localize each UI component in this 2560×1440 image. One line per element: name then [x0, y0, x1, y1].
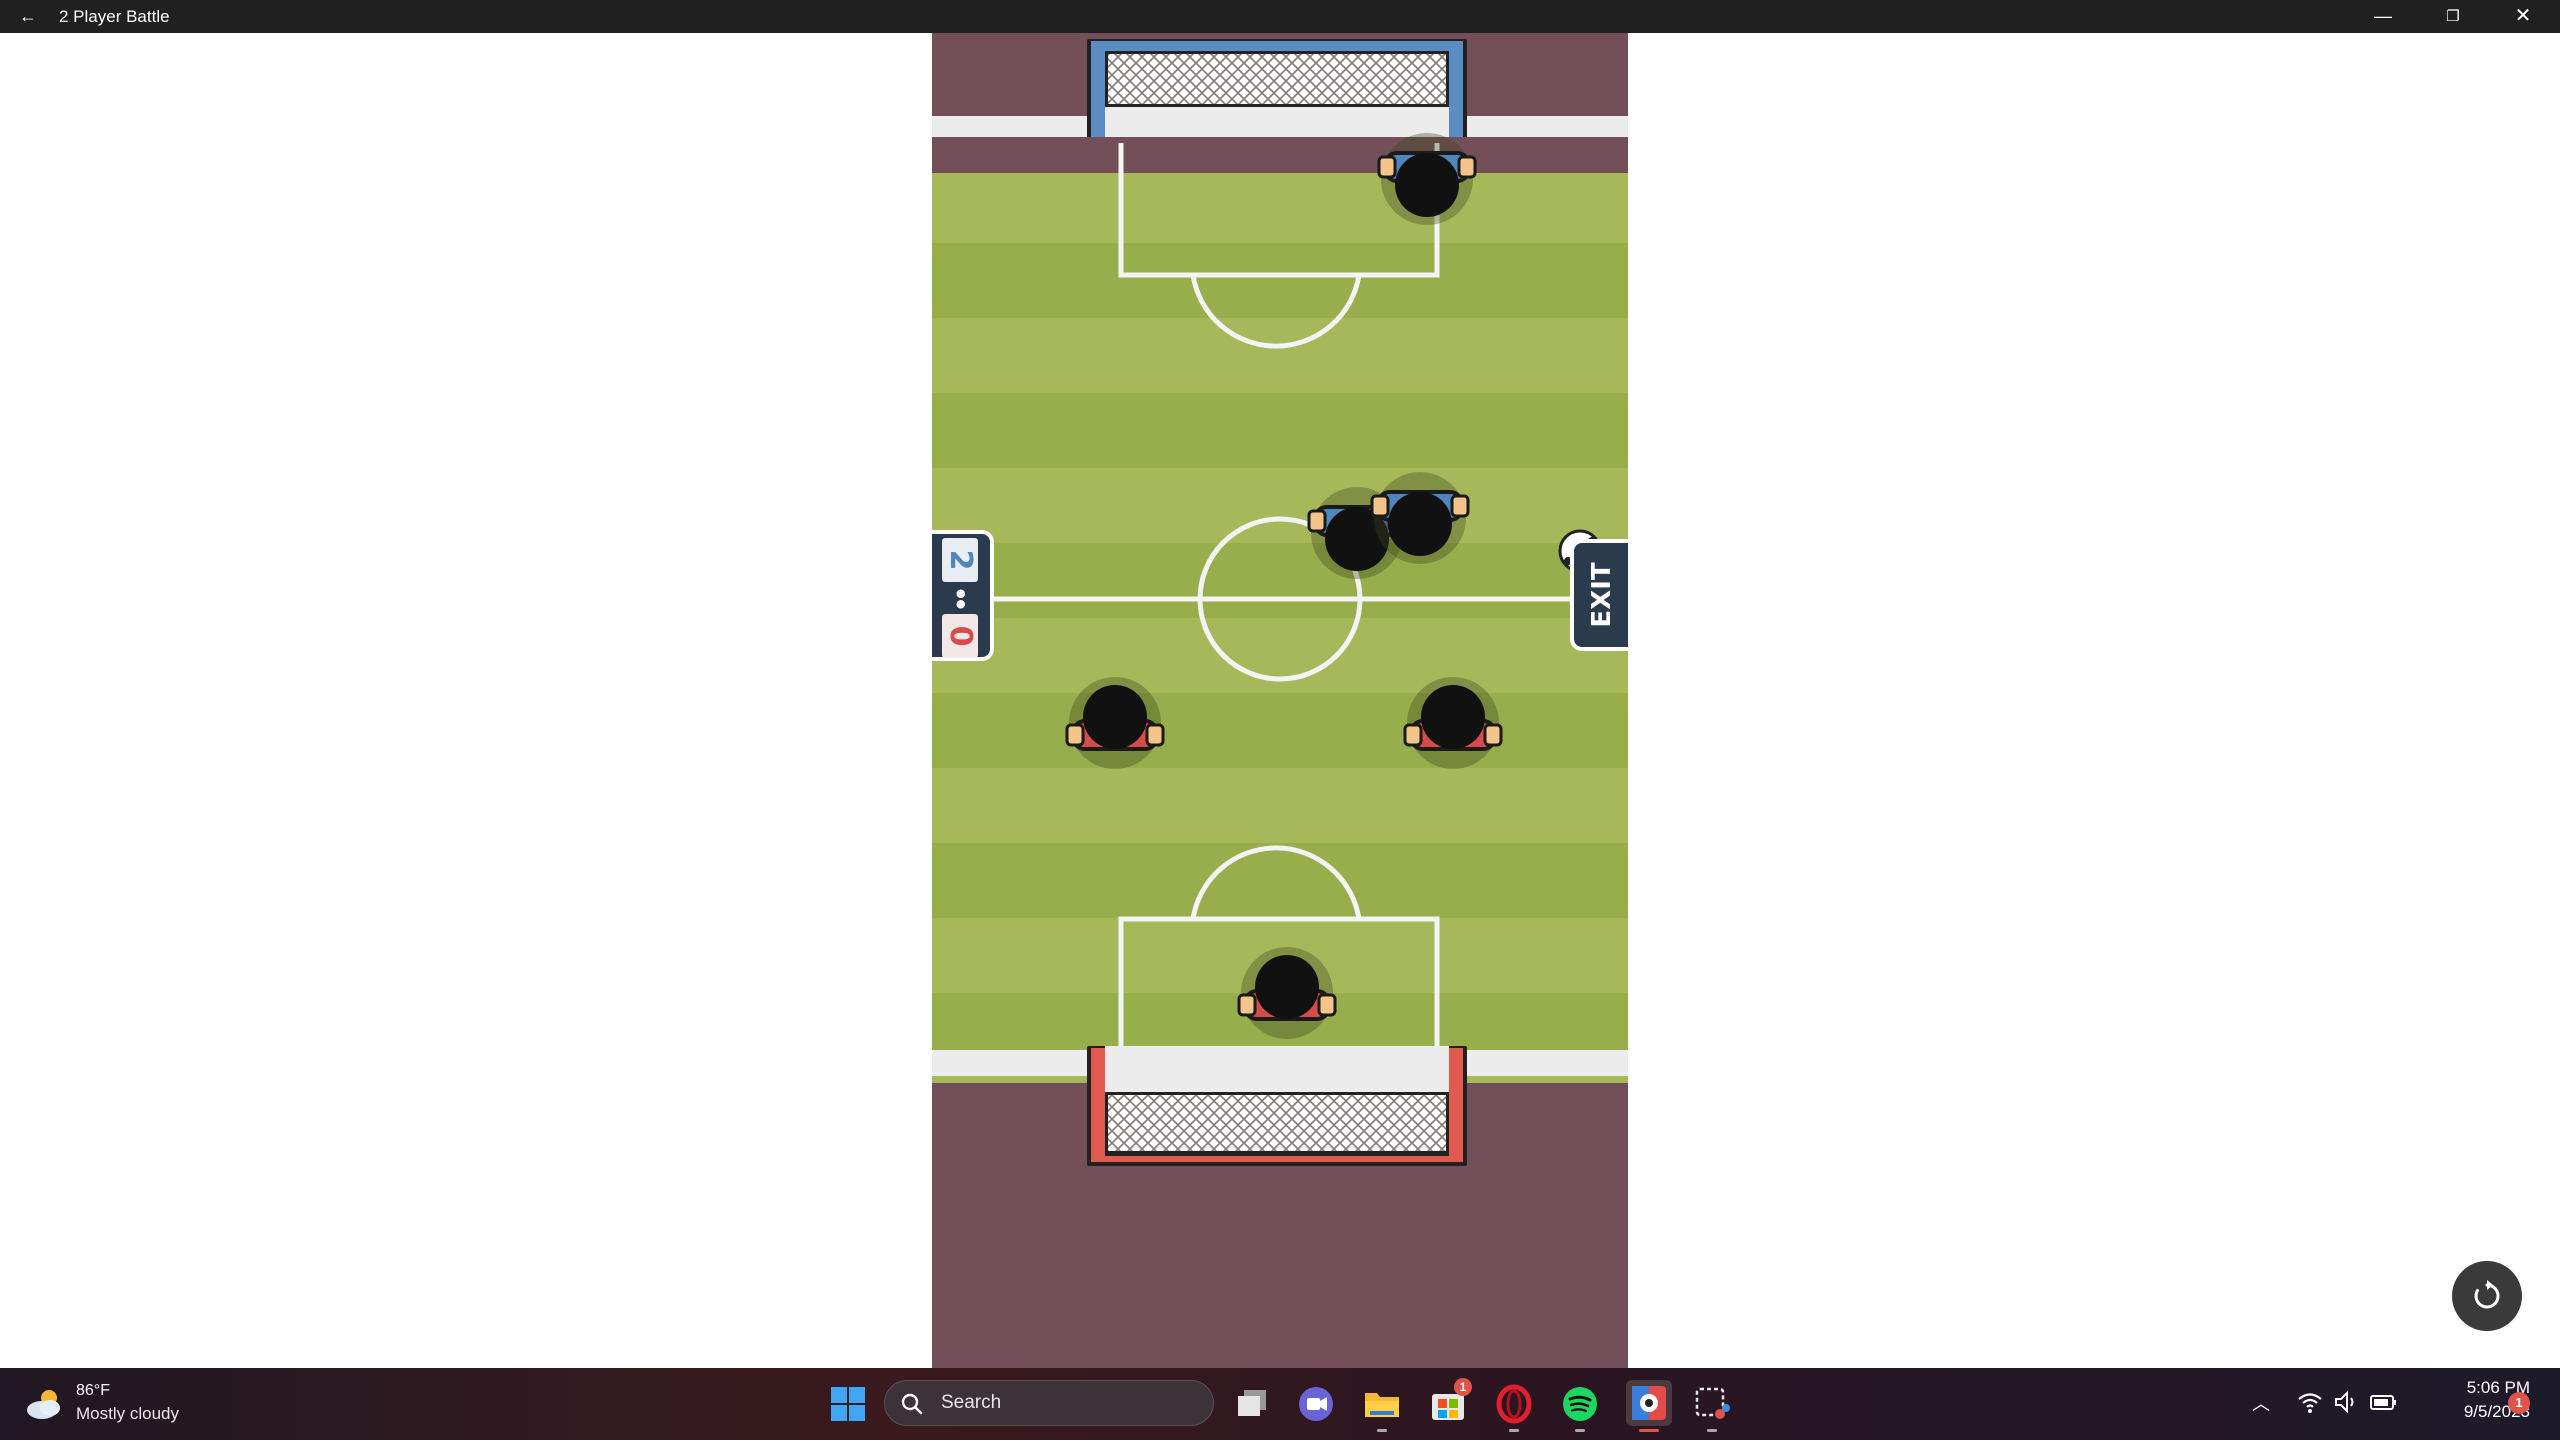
grass-stripe	[932, 693, 1628, 768]
close-button[interactable]: ✕	[2488, 0, 2558, 33]
store-badge: 1	[1454, 1378, 1472, 1396]
exit-label: EXIT	[1587, 562, 1617, 628]
weather-widget[interactable]: 86°F Mostly cloudy	[24, 1378, 204, 1430]
windows-icon	[831, 1387, 865, 1421]
grass-stripe	[932, 543, 1628, 618]
running-indicator	[1377, 1429, 1387, 1432]
exit-button[interactable]: EXIT	[1570, 539, 1628, 651]
game-app-button[interactable]	[1626, 1380, 1672, 1432]
running-indicator	[1707, 1429, 1717, 1432]
task-view-icon	[1238, 1390, 1266, 1416]
snipping-tool-button[interactable]	[1692, 1384, 1732, 1432]
weather-temperature: 86°F	[76, 1382, 110, 1399]
taskbar: 86°F Mostly cloudy Search 1 ︿ 5:06 PM 9/…	[0, 1368, 2560, 1440]
maximize-button[interactable]: ❐	[2418, 0, 2488, 33]
folder-icon	[1365, 1393, 1399, 1417]
back-button[interactable]: ←	[12, 4, 44, 29]
chat-icon	[1299, 1387, 1333, 1421]
wifi-button[interactable]	[2296, 1388, 2328, 1420]
start-button[interactable]	[828, 1384, 868, 1424]
partly-cloudy-icon	[27, 1390, 60, 1419]
red-goal	[1087, 1046, 1467, 1166]
opera-button[interactable]	[1494, 1384, 1534, 1432]
minimize-button[interactable]: —	[2348, 0, 2418, 33]
window-title: 2 Player Battle	[59, 7, 170, 26]
weather-condition: Mostly cloudy	[76, 1404, 179, 1423]
opera-icon	[1496, 1384, 1532, 1424]
search-icon	[901, 1393, 923, 1415]
store-button[interactable]: 1	[1428, 1378, 1472, 1424]
file-explorer-button[interactable]	[1362, 1384, 1402, 1432]
snipping-tool-icon	[1695, 1387, 1730, 1419]
game-area[interactable]	[932, 33, 1628, 1368]
battery-button[interactable]	[2368, 1388, 2402, 1420]
title-bar: ← 2 Player Battle — ❐ ✕	[0, 0, 2560, 33]
restart-icon	[2474, 1280, 2500, 1309]
volume-icon	[2335, 1390, 2354, 1414]
task-view-button[interactable]	[1232, 1384, 1272, 1424]
running-indicator	[1509, 1429, 1519, 1432]
red-score: 0	[942, 614, 978, 658]
wifi-icon	[2298, 1393, 2322, 1413]
game-app-icon	[1632, 1386, 1666, 1420]
soccer-field	[932, 33, 1628, 1368]
notification-badge[interactable]: 1	[2508, 1392, 2530, 1414]
running-indicator	[1575, 1429, 1585, 1432]
blue-score: 2	[942, 538, 978, 582]
restart-button[interactable]	[2452, 1261, 2522, 1331]
grass-stripe	[932, 393, 1628, 468]
battery-icon	[2370, 1395, 2396, 1410]
teams-chat-button[interactable]	[1296, 1384, 1336, 1424]
spotify-icon	[1563, 1387, 1597, 1421]
spotify-button[interactable]	[1560, 1384, 1600, 1432]
grass-stripe	[932, 843, 1628, 918]
search-input[interactable]: Search	[884, 1380, 1214, 1426]
search-placeholder: Search	[941, 1392, 1002, 1413]
active-indicator	[1639, 1429, 1659, 1432]
grass-stripe	[932, 243, 1628, 318]
volume-button[interactable]	[2332, 1388, 2364, 1420]
scoreboard: 2 •• 0	[932, 530, 994, 661]
show-hidden-icons-button[interactable]: ︿	[2252, 1390, 2270, 1416]
